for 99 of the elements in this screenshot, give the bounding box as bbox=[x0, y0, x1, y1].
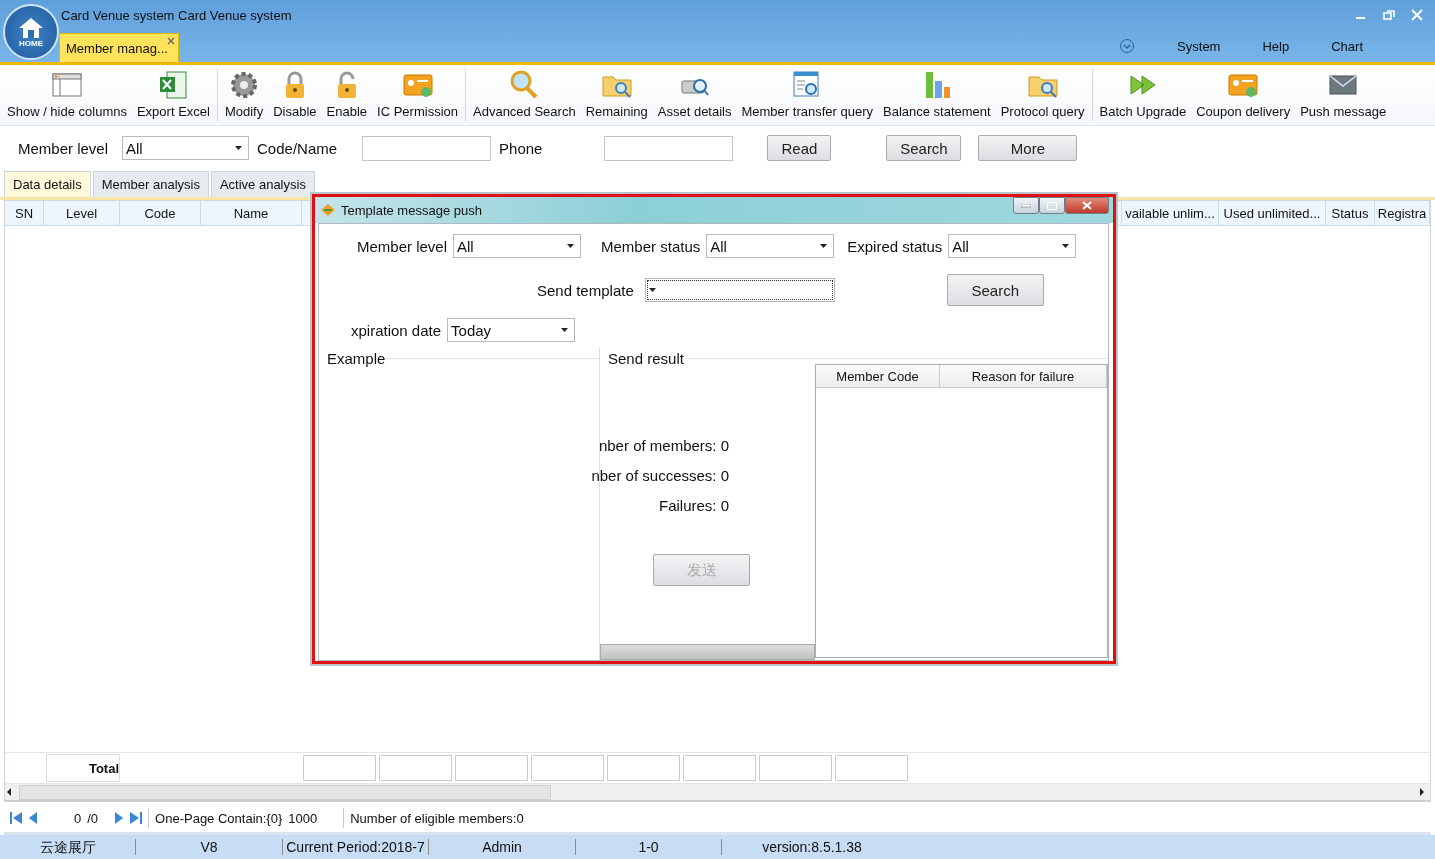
toolbar-button[interactable]: Balance statement bbox=[878, 69, 996, 121]
toolbar-button[interactable]: Asset details bbox=[652, 69, 737, 121]
home-logo[interactable]: HOME bbox=[3, 4, 59, 60]
status-text: V8 bbox=[136, 839, 283, 855]
minimize-icon bbox=[1021, 203, 1031, 208]
column-header[interactable]: Code bbox=[120, 201, 201, 225]
column-header[interactable]: vailable unlim... bbox=[1122, 201, 1219, 225]
column-header[interactable]: Member Code bbox=[816, 365, 940, 387]
caret-icon bbox=[820, 244, 828, 248]
action-button[interactable]: Read bbox=[767, 135, 832, 161]
toolbar-button[interactable]: Push message bbox=[1295, 69, 1392, 121]
field-label: Member level bbox=[357, 237, 448, 255]
member-status-select[interactable]: All bbox=[706, 234, 835, 258]
toolbar-button[interactable]: Disable bbox=[268, 69, 322, 121]
minimize-button[interactable] bbox=[1013, 197, 1039, 214]
previous-page-icon[interactable] bbox=[28, 811, 38, 825]
group-label: Example bbox=[327, 348, 387, 368]
left-arrow-icon[interactable] bbox=[5, 788, 13, 796]
per-page-label: One-Page Contain:{0} bbox=[155, 810, 283, 826]
first-page-icon[interactable] bbox=[10, 811, 22, 825]
field-label: Member level bbox=[18, 139, 109, 157]
toolbar-button[interactable]: Advanced Search bbox=[468, 69, 581, 121]
caret-icon bbox=[567, 244, 575, 248]
page-total: /0 bbox=[87, 810, 99, 826]
column-header[interactable]: Status bbox=[1326, 201, 1375, 225]
per-page-value[interactable]: 1000 bbox=[288, 810, 318, 826]
document-tab[interactable]: Member manag... bbox=[59, 33, 179, 62]
column-header[interactable]: SN bbox=[5, 201, 44, 225]
caret-icon bbox=[1062, 244, 1070, 248]
field-label: Code/Name bbox=[257, 139, 338, 157]
menu-item[interactable]: Help bbox=[1262, 38, 1290, 54]
view-tab[interactable]: Member analysis bbox=[92, 171, 209, 197]
maximize-button[interactable] bbox=[1039, 197, 1065, 214]
toolbar-button[interactable]: Modify bbox=[219, 69, 269, 121]
view-tab[interactable]: Data details bbox=[4, 171, 91, 197]
group-label: Send result bbox=[608, 348, 685, 368]
column-header[interactable]: Registra bbox=[1375, 201, 1430, 225]
status-text: Admin bbox=[429, 839, 576, 855]
toolbar-button[interactable]: Show / hide columns bbox=[2, 69, 132, 121]
menu-item[interactable]: Chart bbox=[1331, 38, 1363, 54]
menu-item[interactable]: System bbox=[1177, 38, 1221, 54]
expired-status-select[interactable]: All bbox=[948, 234, 1077, 258]
page-number[interactable]: 0 bbox=[74, 810, 82, 826]
field-label: Send template bbox=[537, 281, 634, 299]
diamond-icon bbox=[321, 204, 335, 216]
column-header[interactable]: Used unlimited... bbox=[1219, 201, 1326, 225]
stat-text: Failures: 0 bbox=[658, 496, 729, 516]
status-text: 云途展厅 bbox=[0, 839, 136, 855]
record-count: Number of eligible members:0 bbox=[350, 810, 524, 826]
close-icon bbox=[1082, 201, 1092, 210]
maximize-icon bbox=[1047, 201, 1057, 210]
toolbar-button[interactable]: Enable bbox=[321, 69, 373, 121]
member-level-select[interactable]: All bbox=[122, 136, 250, 160]
spreadsheet-icon bbox=[157, 69, 190, 101]
stat-text: nber of members: 0 bbox=[598, 436, 729, 456]
close-icon[interactable] bbox=[166, 37, 175, 45]
member-level-select[interactable]: All bbox=[453, 234, 582, 258]
logo-label: HOME bbox=[19, 38, 43, 48]
toolbar-button[interactable]: Coupon delivery bbox=[1191, 69, 1296, 121]
stat-text: nber of successes: 0 bbox=[591, 466, 729, 486]
action-button[interactable]: More bbox=[978, 135, 1078, 161]
next-page-icon[interactable] bbox=[114, 811, 125, 825]
caret-icon bbox=[561, 328, 569, 332]
close-button[interactable] bbox=[1065, 197, 1109, 214]
chevron-down-icon[interactable] bbox=[1119, 38, 1136, 54]
status-text: version:8.5.1.38 bbox=[761, 839, 863, 855]
send-template-select[interactable] bbox=[644, 278, 835, 302]
column-header[interactable]: Name bbox=[201, 201, 302, 225]
expiration-select[interactable]: Today bbox=[447, 318, 576, 342]
phone-field[interactable] bbox=[604, 135, 734, 161]
action-button[interactable]: Search bbox=[886, 135, 962, 161]
toolbar-button[interactable]: Export Excel bbox=[131, 69, 215, 121]
horizontal-scrollbar[interactable] bbox=[600, 644, 815, 660]
toolbar-button[interactable]: IC Permission bbox=[372, 69, 463, 121]
column-header[interactable]: Reason for failure bbox=[940, 365, 1107, 387]
dialog-title: Template message push bbox=[341, 202, 482, 218]
view-tab[interactable]: Active analysis bbox=[210, 171, 315, 197]
restore-icon[interactable] bbox=[1383, 9, 1395, 21]
caret-icon bbox=[235, 146, 243, 150]
field-label: Phone bbox=[499, 139, 543, 157]
search-button[interactable]: Search bbox=[946, 274, 1044, 306]
status-text: Current Period:2018-7 bbox=[283, 839, 429, 855]
field-label: Expired status bbox=[847, 237, 943, 255]
window-title: Card Venue system Card Venue system bbox=[61, 7, 292, 23]
field-label: Member status bbox=[601, 237, 701, 255]
toolbar-button[interactable]: Protocol query bbox=[995, 69, 1090, 121]
code-name-field[interactable] bbox=[362, 135, 492, 161]
toolbar-button[interactable]: Remaining bbox=[580, 69, 653, 121]
horizontal-scrollbar[interactable] bbox=[5, 784, 1430, 801]
total-label: Total bbox=[46, 754, 120, 782]
right-arrow-icon[interactable] bbox=[1418, 788, 1426, 796]
field-label: xpiration date bbox=[351, 321, 442, 339]
toolbar-button[interactable]: Batch Upgrade bbox=[1094, 69, 1192, 121]
house-icon bbox=[18, 16, 44, 39]
column-header[interactable]: Level bbox=[44, 201, 120, 225]
last-page-icon[interactable] bbox=[130, 811, 143, 825]
toolbar-button[interactable]: Member transfer query bbox=[736, 69, 878, 121]
status-text: 1-0 bbox=[576, 839, 722, 855]
caret-icon bbox=[648, 288, 656, 292]
